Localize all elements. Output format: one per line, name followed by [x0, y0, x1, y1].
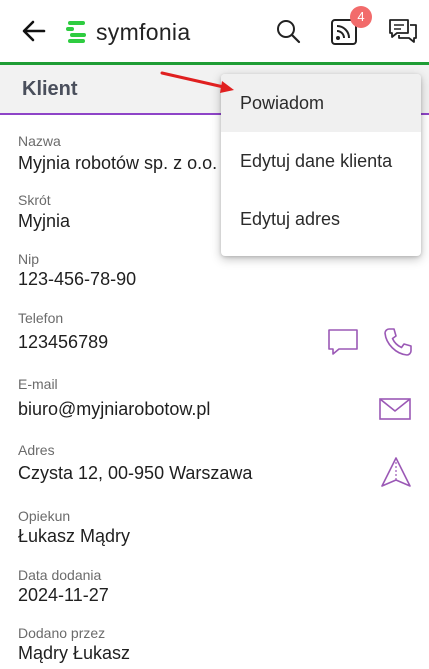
field-label-data-dodania: Data dodania — [18, 567, 102, 583]
menu-item-edytuj-dane-klienta[interactable]: Edytuj dane klienta — [221, 132, 421, 190]
field-label-nazwa: Nazwa — [18, 133, 61, 149]
annotation-arrow-icon — [160, 71, 234, 93]
message-icon[interactable] — [327, 326, 359, 358]
field-value-data-dodania: 2024-11-27 — [18, 585, 109, 605]
phone-icon[interactable] — [382, 326, 414, 358]
field-label-opiekun: Opiekun — [18, 508, 71, 524]
field-value-skrot: Myjnia — [18, 211, 71, 231]
mail-icon[interactable] — [379, 393, 411, 425]
app-bar: symfonia 4 — [0, 0, 429, 62]
symfonia-logo-mark — [66, 21, 86, 43]
search-icon[interactable] — [274, 17, 302, 45]
field-label-telefon: Telefon — [18, 310, 64, 326]
field-value-email: biuro@myjniarobotow.pl — [18, 399, 211, 419]
field-label-email: E-mail — [18, 376, 58, 392]
field-value-opiekun: Łukasz Mądry — [18, 526, 131, 546]
field-value-adres: Czysta 12, 00-950 Warszawa — [18, 463, 253, 483]
context-menu: Powiadom Edytuj dane klienta Edytuj adre… — [221, 74, 421, 256]
menu-item-edytuj-adres[interactable]: Edytuj adres — [221, 190, 421, 248]
field-label-adres: Adres — [18, 442, 55, 458]
field-value-telefon: 123456789 — [18, 332, 109, 352]
field-label-nip: Nip — [18, 251, 40, 267]
field-value-nip: 123-456-78-90 — [18, 269, 137, 289]
navigation-icon[interactable] — [380, 456, 412, 488]
chat-bubbles-icon[interactable] — [387, 15, 419, 47]
symfonia-logo: symfonia — [66, 18, 190, 46]
logo-text: symfonia — [96, 18, 191, 45]
arrow-left-icon[interactable] — [20, 17, 48, 45]
field-label-dodano-przez: Dodano przez — [18, 625, 106, 641]
menu-item-powiadom[interactable]: Powiadom — [221, 74, 421, 132]
field-value-dodano-przez: Mądry Łukasz — [18, 643, 131, 663]
section-title: Klient — [22, 78, 78, 100]
field-label-skrot: Skrót — [18, 192, 51, 208]
field-value-nazwa: Myjnia robotów sp. z o.o. — [18, 153, 218, 173]
notification-badge: 4 — [350, 6, 372, 28]
